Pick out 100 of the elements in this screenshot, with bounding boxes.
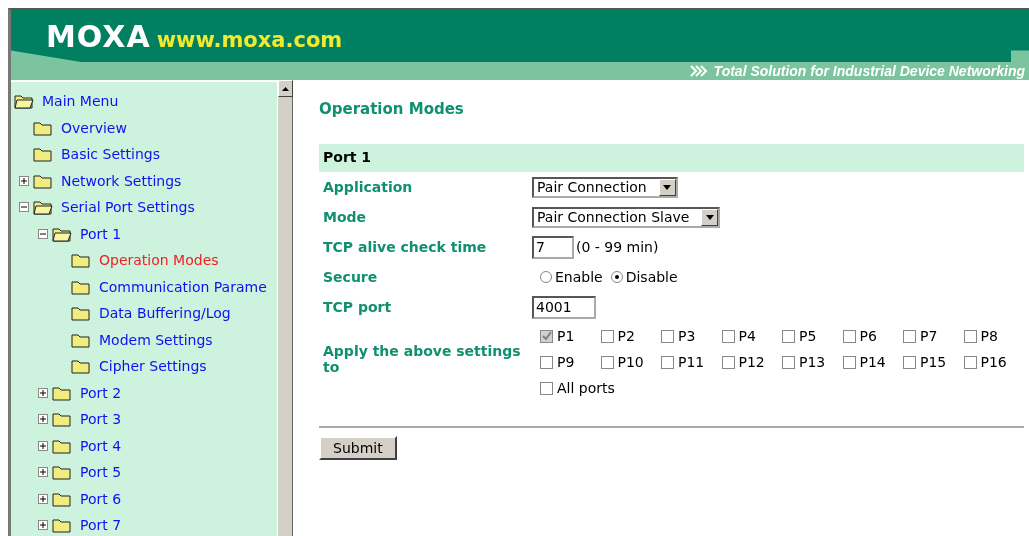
up-arrow-icon [282,86,289,91]
checkbox[interactable] [903,329,916,343]
menu-item[interactable]: Main Menu [42,93,119,110]
open-folder-icon [33,199,53,216]
folder-icon [71,358,91,375]
checkbox-label: P16 [980,354,1007,370]
expand-toggle[interactable] [38,414,48,425]
menu-item[interactable]: Port 7 [80,517,122,534]
checkbox-label: P5 [799,328,817,344]
input-field[interactable]: 4001 [532,295,596,319]
radio-button[interactable] [540,271,552,283]
checkbox[interactable] [661,329,674,343]
checkbox-label: P12 [738,354,765,370]
checkbox-label: P7 [920,328,938,344]
checkbox[interactable] [661,355,674,369]
section-header: Port 1 [319,144,1024,172]
collapse-toggle[interactable] [19,202,29,213]
input-field[interactable]: 7 [532,235,574,259]
submit-button[interactable]: Submit [319,436,397,460]
menu-item[interactable]: Port 6 [80,490,122,507]
radio-label: Disable [625,269,678,285]
checkbox[interactable] [540,381,553,395]
expand-toggle[interactable] [38,440,48,451]
radio-button[interactable] [610,271,623,283]
checkbox-label: P10 [617,354,644,370]
field-label: TCP port [322,299,393,315]
menu-item[interactable]: Data Buffering/Log [99,305,231,322]
folder-icon [33,119,53,136]
scrollbar[interactable] [277,80,293,536]
menu-item[interactable]: Basic Settings [61,146,160,163]
checkbox-label: P15 [920,354,947,370]
menu-item[interactable]: Communication Parame [99,278,267,295]
checkbox-label: P6 [859,328,877,344]
checkbox[interactable] [963,355,977,369]
expand-toggle[interactable] [38,493,48,504]
folder-icon [52,490,72,507]
checkbox[interactable] [903,355,916,369]
folder-icon [52,437,72,454]
chevrons-icon [689,65,708,77]
checkbox[interactable] [540,355,553,369]
tagline: Total Solution for Industrial Device Networking [713,63,1025,79]
menu-item[interactable]: Port 5 [80,464,122,481]
collapse-toggle[interactable] [38,228,48,239]
checkbox-label: P4 [738,328,756,344]
menu-item[interactable]: Overview [61,119,127,136]
menu-item[interactable]: Serial Port Settings [61,199,195,216]
field-label: Secure [322,269,379,285]
folder-icon [33,172,53,189]
field-label: Application [322,179,414,195]
folder-icon [52,517,72,534]
expand-toggle[interactable] [38,467,48,478]
menu-item[interactable]: Operation Modes [99,252,219,269]
folder-icon [52,464,72,481]
checkbox-label: P8 [980,328,998,344]
checkbox-label: P9 [557,354,575,370]
checkbox[interactable] [842,329,856,343]
folder-icon [33,146,53,163]
checkbox[interactable] [782,355,795,369]
website-link[interactable]: www.moxa.com [156,28,343,52]
checkbox-label: All ports [557,380,615,396]
menu-item[interactable]: Network Settings [61,172,182,189]
logo: MOXA [46,18,151,54]
folder-icon [71,278,91,295]
field-label: Mode [322,209,368,225]
menu-item[interactable]: Modem Settings [99,331,213,348]
expand-toggle[interactable] [38,387,48,398]
checkbox-label: P3 [678,328,696,344]
dropdown[interactable]: Pair Connection [532,176,678,198]
scroll-up-button[interactable] [278,80,293,97]
menu-item[interactable]: Cipher Settings [99,358,207,375]
checkbox-label: P2 [617,328,635,344]
menu-item[interactable]: Port 4 [80,437,122,454]
checkbox-label: P13 [799,354,826,370]
folder-icon [71,331,91,348]
checkbox[interactable] [600,355,614,369]
checkbox-label: P14 [859,354,886,370]
folder-icon [71,252,91,269]
checkbox[interactable] [782,329,795,343]
field-label: TCP alive check time [322,239,488,255]
radio-label: Enable [555,269,603,285]
checkbox[interactable] [721,329,735,343]
checkbox[interactable] [963,329,977,343]
folder-icon [71,305,91,322]
expand-toggle[interactable] [38,520,48,531]
folder-icon [52,411,72,428]
folder-icon [52,384,72,401]
checkbox[interactable] [842,355,856,369]
dropdown[interactable]: Pair Connection Slave [532,206,721,228]
range-hint: (0 - 99 min) [576,239,659,255]
expand-toggle[interactable] [19,175,29,186]
menu-item[interactable]: Port 3 [80,411,122,428]
open-folder-icon [52,225,72,242]
checkbox-label: P11 [678,354,705,370]
menu-item[interactable]: Port 2 [80,384,122,401]
checkbox[interactable] [721,355,735,369]
menu-item[interactable]: Port 1 [80,225,122,242]
field-label: Apply the above settings to [322,343,522,375]
checkbox[interactable] [600,329,614,343]
page-title: Operation Modes [319,100,465,118]
open-folder-icon [14,93,34,110]
